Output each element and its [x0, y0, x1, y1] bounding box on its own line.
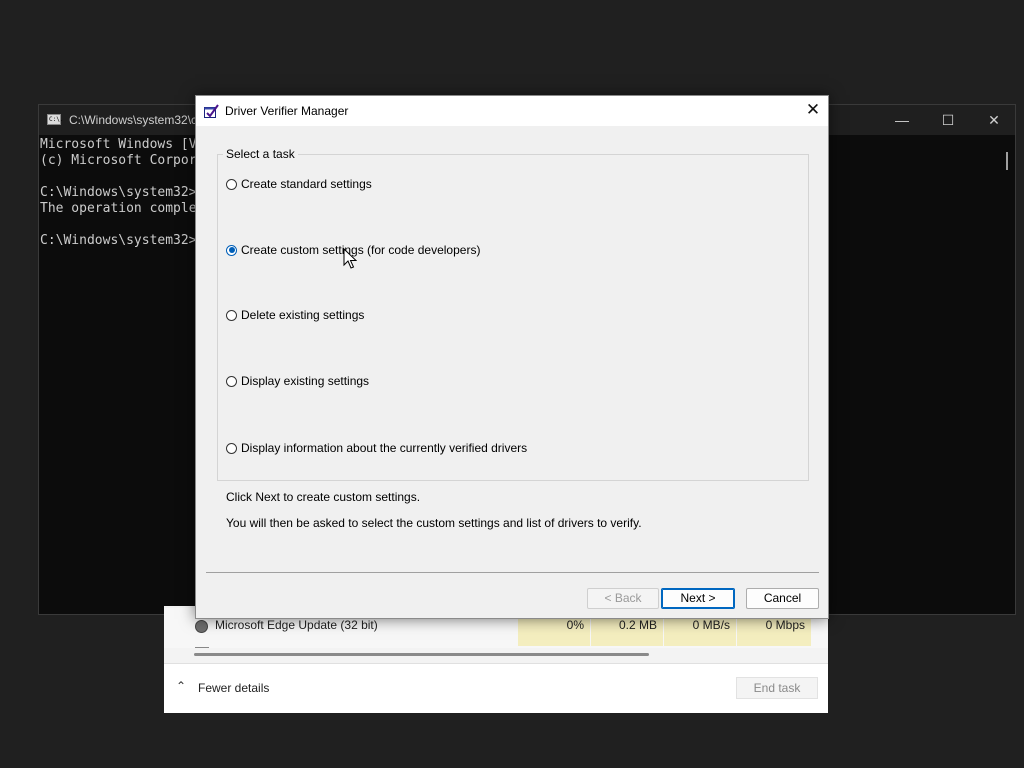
- process-name: Microsoft Edge Update (32 bit): [215, 618, 378, 632]
- radio-button-selected[interactable]: [226, 244, 237, 256]
- option-label[interactable]: Create custom settings (for code develop…: [241, 243, 480, 257]
- radio-button[interactable]: [226, 442, 237, 454]
- chevron-up-icon[interactable]: ⌃: [176, 679, 186, 693]
- cancel-button[interactable]: Cancel: [746, 588, 819, 609]
- info-text-2: You will then be asked to select the cus…: [226, 516, 642, 530]
- option-label[interactable]: Create standard settings: [241, 177, 372, 191]
- option-label[interactable]: Display existing settings: [241, 374, 369, 388]
- next-button[interactable]: Next >: [661, 588, 735, 609]
- back-button[interactable]: < Back: [587, 588, 659, 609]
- mouse-pointer-icon: [343, 248, 357, 269]
- terminal-icon: C:\.: [47, 114, 64, 125]
- dialog-titlebar[interactable]: Driver Verifier Manager ✕: [196, 96, 828, 126]
- console-scrollbar[interactable]: [1006, 152, 1008, 170]
- dialog-close-button[interactable]: ✕: [798, 96, 828, 126]
- task-manager-footer: ⌃ Fewer details End task: [164, 663, 828, 713]
- separator: [206, 572, 819, 573]
- cmd-title: C:\Windows\system32\c: [69, 113, 198, 127]
- row-divider: [195, 647, 209, 648]
- groupbox-label: Select a task: [223, 147, 298, 161]
- driver-verifier-icon: [204, 104, 219, 118]
- fewer-details-link[interactable]: Fewer details: [198, 681, 269, 695]
- option-label[interactable]: Display information about the currently …: [241, 441, 527, 455]
- radio-button[interactable]: [226, 309, 237, 321]
- edge-update-icon: [195, 620, 208, 633]
- radio-button[interactable]: [226, 375, 237, 387]
- horizontal-scrollbar[interactable]: [194, 653, 649, 656]
- option-delete-existing[interactable]: Delete existing settings: [226, 307, 364, 323]
- radio-button[interactable]: [226, 178, 237, 190]
- dialog-title: Driver Verifier Manager: [225, 104, 349, 118]
- option-label[interactable]: Delete existing settings: [241, 308, 364, 322]
- end-task-button[interactable]: End task: [736, 677, 818, 699]
- close-button[interactable]: ✕: [971, 105, 1017, 135]
- minimize-button[interactable]: —: [879, 105, 925, 135]
- option-create-standard[interactable]: Create standard settings: [226, 176, 372, 192]
- task-manager-window: Microsoft Edge Update (32 bit) 0% 0.2 MB…: [164, 606, 828, 713]
- option-display-existing[interactable]: Display existing settings: [226, 373, 369, 389]
- maximize-button[interactable]: ☐: [925, 105, 971, 135]
- info-text-1: Click Next to create custom settings.: [226, 490, 421, 504]
- option-display-info[interactable]: Display information about the currently …: [226, 440, 527, 456]
- driver-verifier-dialog: Driver Verifier Manager ✕ Select a task …: [195, 95, 829, 619]
